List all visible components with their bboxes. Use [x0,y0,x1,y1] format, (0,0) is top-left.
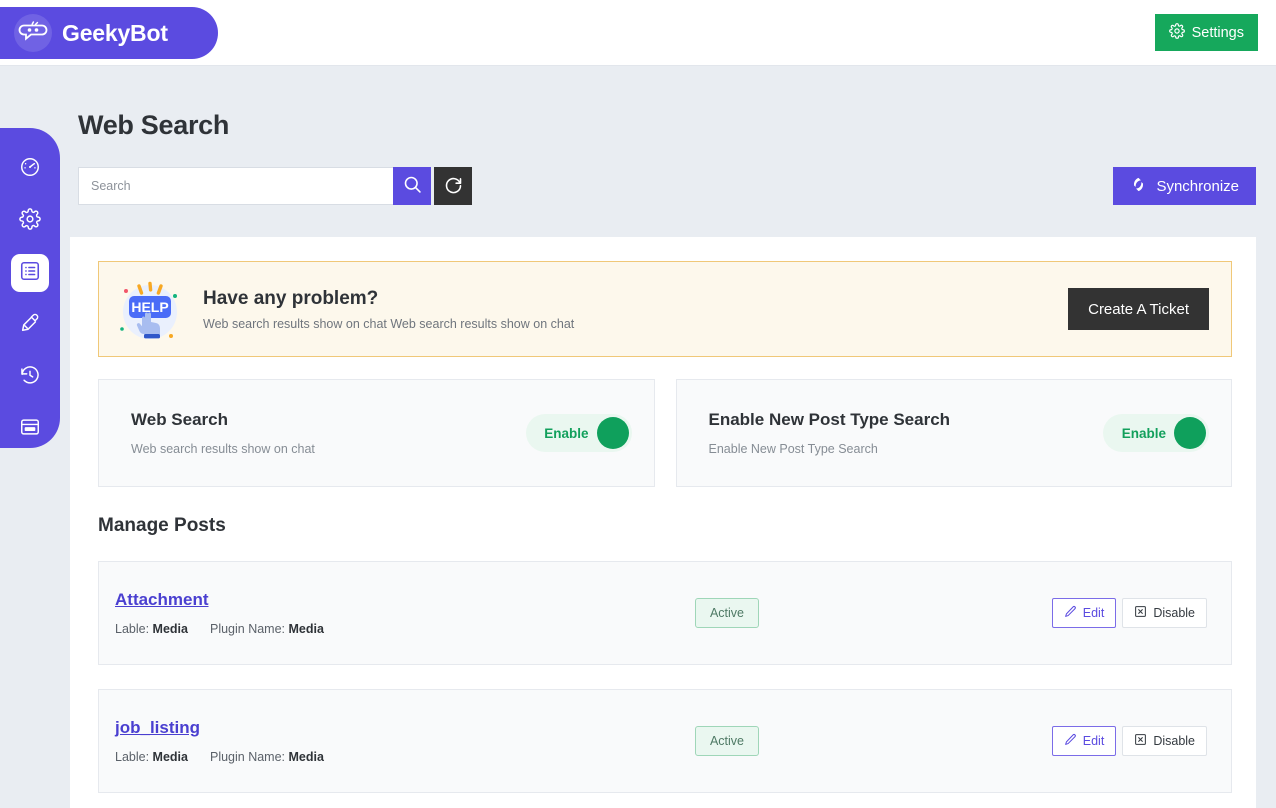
synchronize-button[interactable]: Synchronize [1113,167,1256,205]
toggle-label: Enable [544,425,589,441]
post-meta: Lable: Media Plugin Name: Media [115,622,695,636]
pencil-icon [1064,733,1077,749]
synchronize-button-label: Synchronize [1156,177,1239,195]
help-hand-icon: HELP [113,272,187,346]
eyedropper-icon [19,312,41,339]
post-plugin-meta: Plugin Name: Media [210,750,324,764]
post-label-key: Lable: [115,750,150,764]
toggle-card-web-search: Web Search Web search results show on ch… [98,379,655,487]
post-info: Attachment Lable: Media Plugin Name: Med… [115,590,695,636]
magnifier-icon [402,174,423,198]
edit-button[interactable]: Edit [1051,726,1117,756]
toggle-label: Enable [1121,425,1166,441]
refresh-button[interactable] [434,167,472,205]
settings-button-label: Settings [1191,24,1244,41]
search-row [78,167,472,205]
post-label-meta: Lable: Media [115,750,188,764]
post-name-link[interactable]: Attachment [115,590,209,610]
main-panel: HELP Have any problem? Web search result… [70,237,1256,808]
pencil-icon [1064,605,1077,621]
toggle-card-new-post-type-search: Enable New Post Type Search Enable New P… [675,379,1232,487]
edit-button[interactable]: Edit [1051,598,1117,628]
status-badge: Active [695,598,759,628]
window-card-icon [19,416,41,443]
post-plugin-value: Media [288,750,324,764]
gear-icon [19,207,41,235]
post-label-value: Media [152,622,188,636]
sidebar-item-history[interactable] [11,358,49,396]
create-ticket-button[interactable]: Create A Ticket [1068,288,1209,330]
manage-posts-title: Manage Posts [98,515,226,536]
sidebar-item-window[interactable] [11,410,49,448]
toggle-card-texts: Enable New Post Type Search Enable New P… [709,410,1104,456]
new-post-type-search-toggle[interactable]: Enable [1103,414,1209,452]
disable-button-label: Disable [1153,734,1195,748]
post-meta: Lable: Media Plugin Name: Media [115,750,695,764]
toggle-card-title: Enable New Post Type Search [708,410,951,429]
toggle-card-subtitle: Web search results show on chat [131,442,315,456]
search-input[interactable] [78,167,393,205]
x-box-icon [1134,605,1147,621]
sidebar-item-dashboard[interactable] [11,150,49,188]
help-banner-subtitle: Web search results show on chat Web sear… [203,316,575,331]
edit-button-label: Edit [1082,734,1105,748]
x-box-icon [1134,733,1147,749]
brand-logo-pill[interactable]: GeekyBot [0,7,218,59]
sync-arrows-icon [1130,176,1147,197]
robot-chat-icon [14,14,52,52]
dashboard-gauge-icon [19,156,41,183]
post-label-meta: Lable: Media [115,622,188,636]
post-label-key: Lable: [115,622,150,636]
sidebar-item-list[interactable] [11,254,49,292]
sidebar [0,128,60,448]
history-clock-icon [19,364,41,391]
sidebar-item-eyedropper[interactable] [11,306,49,344]
post-plugin-key: Plugin Name: [209,622,286,636]
post-plugin-key: Plugin Name: [209,750,286,764]
post-name-link[interactable]: job_listing [115,718,200,738]
toggle-knob [1174,417,1206,449]
settings-button[interactable]: Settings [1154,14,1258,51]
toggle-card-texts: Web Search Web search results show on ch… [131,410,526,456]
page-title: Web Search [78,110,230,140]
disable-button[interactable]: Disable [1122,726,1207,756]
brand-name: GeekyBot [62,19,168,46]
post-label-value: Media [152,750,188,764]
refresh-icon [443,174,464,198]
search-button[interactable] [393,167,431,205]
post-actions: Edit Disable [1051,598,1207,628]
table-row: Attachment Lable: Media Plugin Name: Med… [98,561,1232,665]
sidebar-item-settings[interactable] [11,202,49,240]
disable-button[interactable]: Disable [1122,598,1207,628]
gear-icon [1168,22,1185,43]
post-plugin-meta: Plugin Name: Media [210,622,324,636]
help-banner-title: Have any problem? [203,287,379,309]
post-info: job_listing Lable: Media Plugin Name: Me… [115,718,695,764]
help-banner: HELP Have any problem? Web search result… [98,261,1232,357]
toggle-cards: Web Search Web search results show on ch… [98,379,1232,487]
post-actions: Edit Disable [1051,726,1207,756]
table-row: job_listing Lable: Media Plugin Name: Me… [98,689,1232,793]
toggle-knob [596,417,629,449]
help-banner-texts: Have any problem? Web search results sho… [203,288,1052,331]
edit-button-label: Edit [1082,606,1105,620]
disable-button-label: Disable [1153,606,1195,620]
toggle-card-subtitle: Enable New Post Type Search [708,442,878,456]
toggle-card-title: Web Search [131,410,229,429]
status-badge: Active [695,726,759,756]
list-box-icon [19,260,41,287]
web-search-toggle[interactable]: Enable [525,414,632,452]
post-plugin-value: Media [288,622,324,636]
top-bar: GeekyBot Settings [0,0,1276,66]
